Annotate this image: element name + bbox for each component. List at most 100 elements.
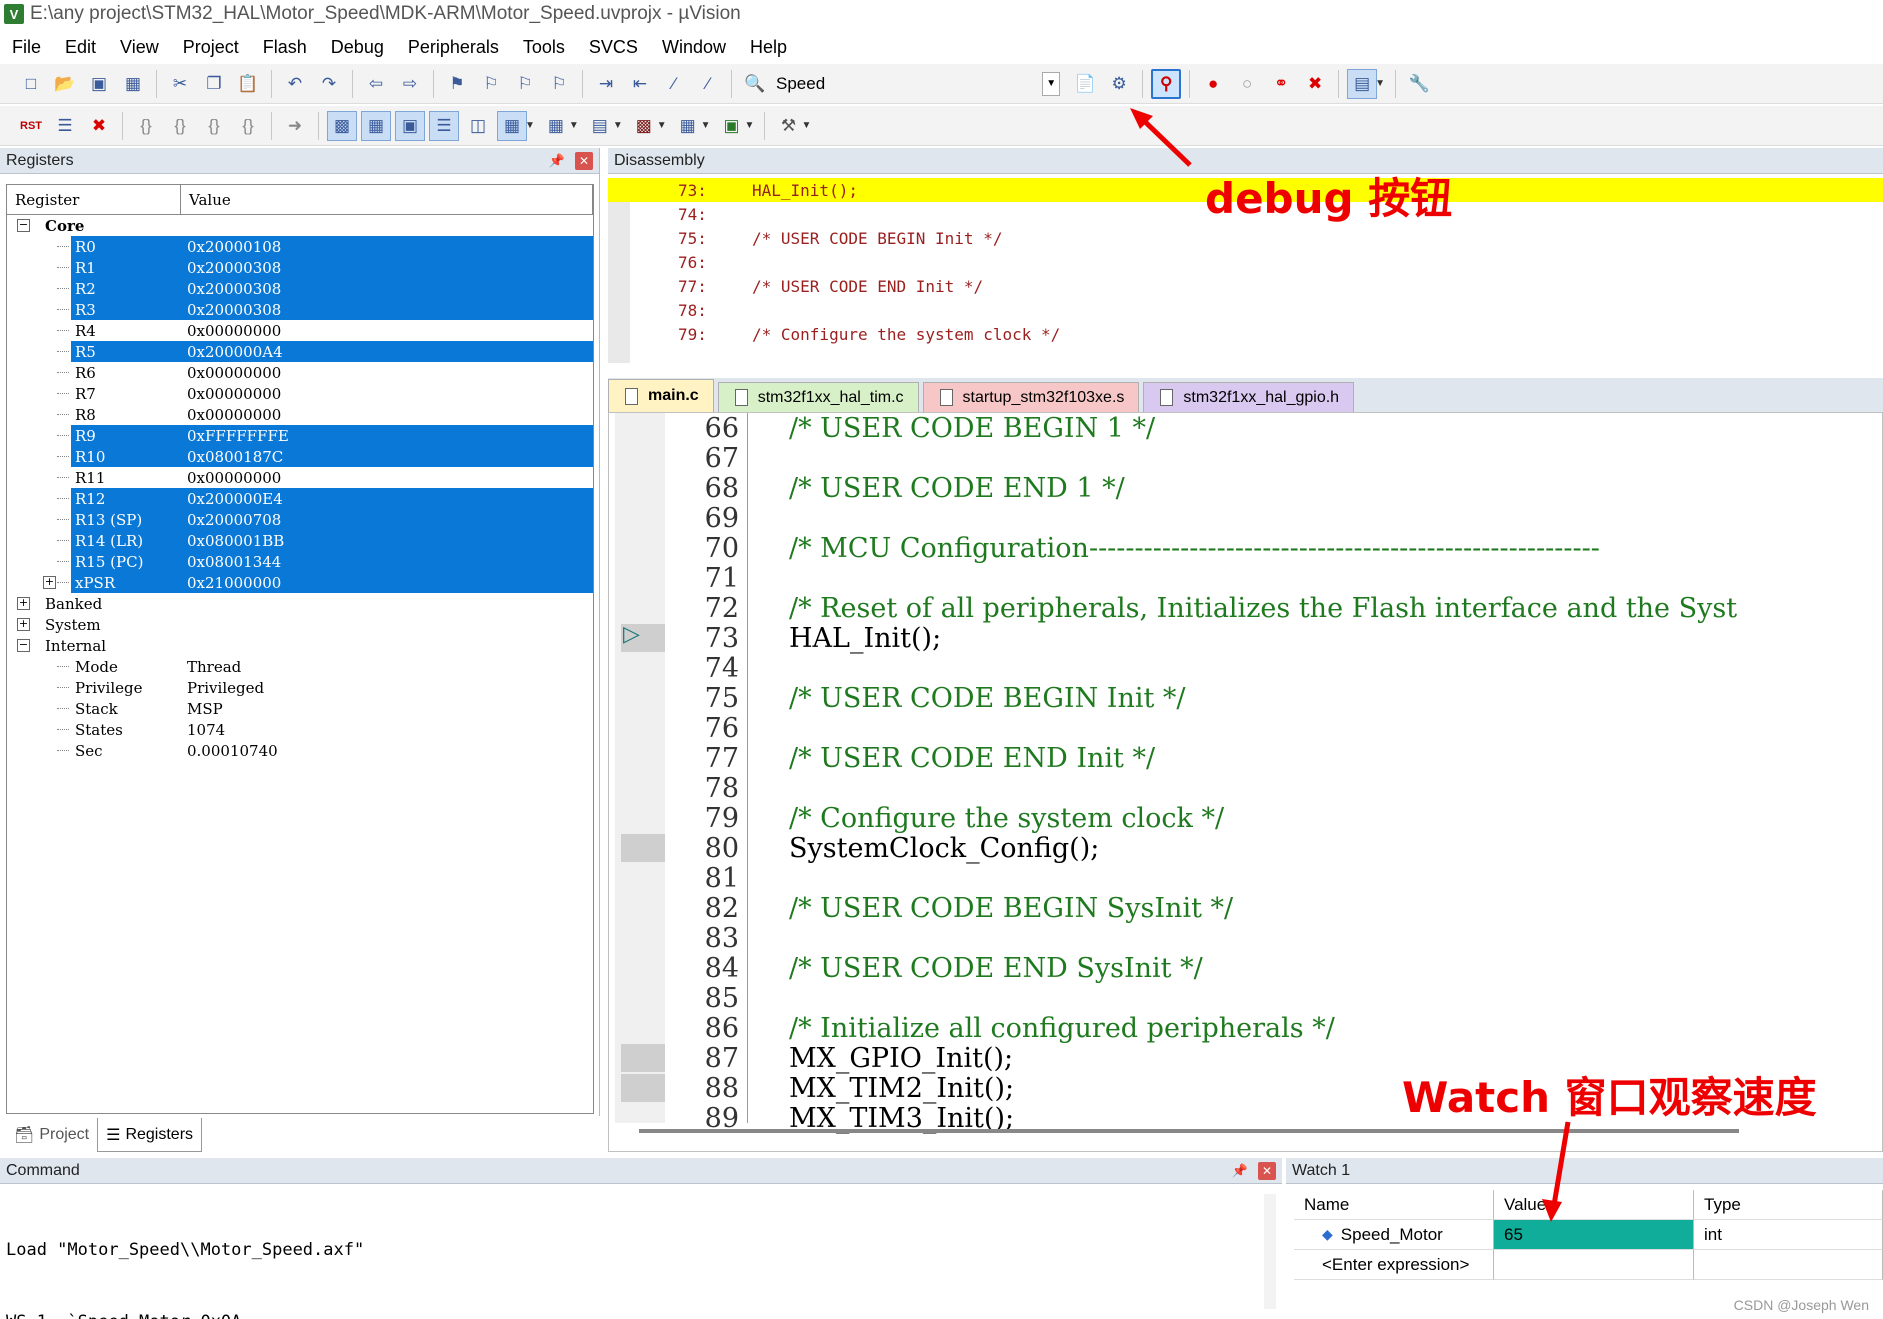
register-value[interactable]: 0x0800187C (187, 448, 283, 466)
indent-icon[interactable]: ⇥ (591, 69, 621, 99)
new-file-icon[interactable]: □ (16, 69, 46, 99)
register-row[interactable]: R0 0x20000108 (7, 236, 593, 257)
register-value[interactable]: 0x00000000 (187, 364, 281, 382)
register-value[interactable]: 0x00000000 (187, 406, 281, 424)
bookmark-icon[interactable]: ⚑ (442, 69, 472, 99)
run-to-cursor-icon[interactable]: {} (233, 111, 263, 141)
stop-icon[interactable]: ✖ (84, 111, 114, 141)
redo-icon[interactable]: ↷ (314, 69, 344, 99)
show-next-statement-icon[interactable]: ➜ (280, 111, 310, 141)
window-layout-icon[interactable]: ▤ (1347, 68, 1378, 99)
column-header-name[interactable]: Name (1294, 1190, 1494, 1220)
register-row[interactable]: R2 0x20000308 (7, 278, 593, 299)
register-value[interactable]: 0xFFFFFFFE (187, 427, 289, 445)
open-folder-icon[interactable]: 📂 (50, 69, 80, 99)
code-line[interactable]: 72 /* Reset of all peripherals, Initializ… (609, 593, 1882, 624)
disable-breakpoints-icon[interactable]: ⚭ (1266, 69, 1296, 99)
code-line[interactable]: 86 /* Initialize all configured periphera… (609, 1013, 1882, 1044)
column-header-value[interactable]: Value (181, 185, 593, 214)
run-icon[interactable]: ☰ (50, 111, 80, 141)
register-value[interactable]: 0x200000E4 (187, 490, 283, 508)
analysis-window-icon[interactable]: ▩ (629, 111, 659, 141)
code-line[interactable]: 81 (609, 863, 1882, 894)
code-line[interactable]: 83 (609, 923, 1882, 954)
register-row[interactable]: R11 0x00000000 (7, 467, 593, 488)
register-group-row[interactable]: − Core (7, 215, 593, 236)
column-header-value[interactable]: Value (1494, 1190, 1694, 1220)
register-row[interactable]: R7 0x00000000 (7, 383, 593, 404)
find-in-files-icon[interactable]: 🔍 (740, 69, 770, 99)
code-line[interactable]: 71 (609, 563, 1882, 594)
nav-forward-icon[interactable]: ⇨ (395, 69, 425, 99)
column-header-register[interactable]: Register (7, 185, 181, 214)
register-row[interactable]: R10 0x0800187C (7, 446, 593, 467)
register-value[interactable]: 0x00000000 (187, 322, 281, 340)
toolbox-icon[interactable]: ⚒ (773, 111, 803, 141)
register-value[interactable]: 0x20000708 (187, 511, 281, 529)
step-into-icon[interactable]: {} (131, 111, 161, 141)
disassembly-row[interactable]: 79: /* Configure the system clock */ (608, 322, 1883, 346)
editor-tab-startup-stm32f103xe-s[interactable]: startup_stm32f103xe.s (922, 382, 1140, 412)
disassembly-row[interactable]: 75: /* USER CODE BEGIN Init */ (608, 226, 1883, 250)
register-row[interactable]: R4 0x00000000 (7, 320, 593, 341)
expand-icon[interactable]: + (17, 597, 30, 610)
chevron-down-icon[interactable]: ▼ (801, 120, 811, 131)
pin-icon[interactable]: 📌 (1232, 1163, 1248, 1179)
symbols-window-icon[interactable]: ▣ (395, 110, 425, 141)
memory-window-icon[interactable]: ▦ (541, 111, 571, 141)
step-over-icon[interactable]: {} (165, 111, 195, 141)
close-icon[interactable]: ✕ (1258, 1161, 1276, 1180)
register-value[interactable]: 0x20000308 (187, 301, 281, 319)
collapse-icon[interactable]: − (17, 639, 30, 652)
register-value[interactable]: 0x20000308 (187, 280, 281, 298)
clear-bookmarks-icon[interactable]: ⚐ (544, 69, 574, 99)
kill-breakpoints-icon[interactable]: ✖ (1300, 69, 1330, 99)
code-line[interactable]: 79 /* Configure the system clock */ (609, 803, 1882, 834)
target-name-field[interactable]: Speed (772, 74, 829, 94)
watch-window-icon[interactable]: ▦ (497, 110, 527, 141)
chevron-down-icon[interactable]: ▼ (613, 120, 623, 131)
code-line[interactable]: 69 (609, 503, 1882, 534)
register-row[interactable]: R13 (SP) 0x20000708 (7, 509, 593, 530)
editor-tab-stm32f1xx-hal-tim-c[interactable]: stm32f1xx_hal_tim.c (717, 382, 919, 412)
next-bookmark-icon[interactable]: ⚐ (510, 69, 540, 99)
register-group-row[interactable]: + System (7, 614, 593, 635)
chevron-down-icon[interactable]: ▼ (657, 120, 667, 131)
editor-tab-main-c[interactable]: main.c (608, 379, 714, 412)
insert-breakpoint-icon[interactable]: ● (1198, 69, 1228, 99)
chevron-down-icon[interactable]: ▼ (745, 120, 755, 131)
step-out-icon[interactable]: {} (199, 111, 229, 141)
register-row[interactable]: R1 0x20000308 (7, 257, 593, 278)
code-line[interactable]: 82 /* USER CODE BEGIN SysInit */ (609, 893, 1882, 924)
menu-flash[interactable]: Flash (251, 37, 319, 58)
code-line[interactable]: 80 SystemClock_Config(); (609, 833, 1882, 864)
menu-window[interactable]: Window (650, 37, 738, 58)
register-row[interactable]: xPSR 0x21000000 + (7, 572, 593, 593)
column-header-type[interactable]: Type (1694, 1190, 1883, 1220)
editor-tab-stm32f1xx-hal-gpio-h[interactable]: stm32f1xx_hal_gpio.h (1143, 382, 1355, 412)
cut-icon[interactable]: ✂ (165, 69, 195, 99)
register-row[interactable]: R8 0x00000000 (7, 404, 593, 425)
register-value[interactable]: 0x21000000 (187, 574, 281, 592)
chevron-down-icon[interactable]: ▼ (525, 120, 535, 131)
command-window-icon[interactable]: ▩ (327, 110, 357, 141)
menu-file[interactable]: File (0, 37, 53, 58)
copy-icon[interactable]: ❐ (199, 69, 229, 99)
expand-icon[interactable]: + (43, 576, 56, 589)
register-row[interactable]: R12 0x200000E4 (7, 488, 593, 509)
code-line[interactable]: 84 /* USER CODE END SysInit */ (609, 953, 1882, 984)
menu-debug[interactable]: Debug (319, 37, 396, 58)
register-value[interactable]: 0x20000308 (187, 259, 281, 277)
pin-icon[interactable]: 📌 (549, 153, 565, 169)
register-row[interactable]: R3 0x20000308 (7, 299, 593, 320)
paste-icon[interactable]: 📋 (233, 69, 263, 99)
code-line[interactable]: 68 /* USER CODE END 1 */ (609, 473, 1882, 504)
chevron-down-icon[interactable]: ▼ (1375, 78, 1385, 89)
code-line[interactable]: 73 HAL_Init(); (609, 623, 1882, 654)
register-row[interactable]: R9 0xFFFFFFFE (7, 425, 593, 446)
vertical-scrollbar[interactable] (1264, 1194, 1276, 1309)
disassembly-row[interactable]: 76: (608, 250, 1883, 274)
enter-expression-field[interactable]: <Enter expression> (1294, 1250, 1494, 1280)
menu-edit[interactable]: Edit (53, 37, 108, 58)
menu-tools[interactable]: Tools (511, 37, 577, 58)
